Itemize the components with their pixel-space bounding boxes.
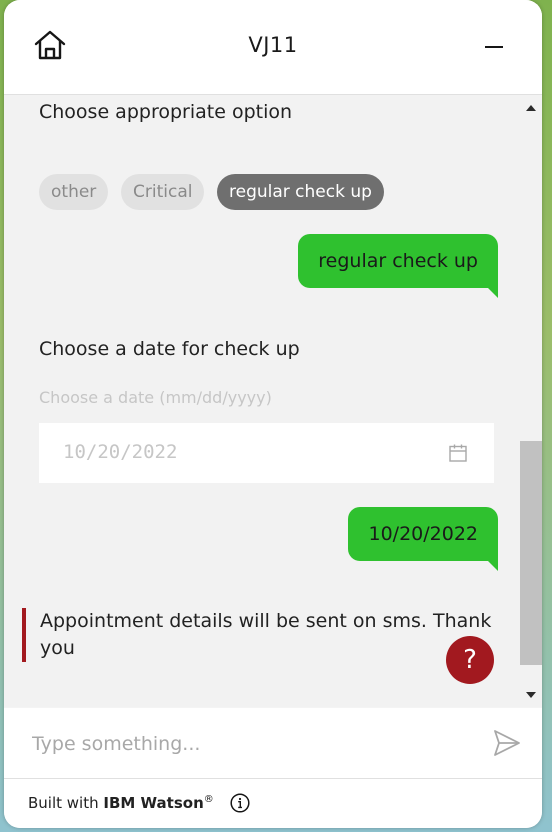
scroll-down-arrow-icon[interactable] [526,692,536,698]
scroll-up-arrow-icon[interactable] [526,105,536,111]
built-with-text: Built with IBM Watson® [28,794,214,812]
date-field-label: Choose a date (mm/dd/yyyy) [39,388,272,407]
chat-title: VJ11 [248,33,298,57]
scrollbar-thumb[interactable] [520,441,542,665]
option-chip-critical[interactable]: Critical [121,174,205,210]
date-field-value: 10/20/2022 [63,441,178,463]
chat-widget: VJ11 Choose appropriate option other Cri… [4,0,542,828]
user-message-option: regular check up [298,234,498,298]
brand-name: IBM Watson [103,794,204,812]
calendar-icon[interactable] [448,443,468,463]
send-icon [494,730,520,756]
bot-message-confirmation: Appointment details will be sent on sms.… [22,608,492,662]
option-chip-other[interactable]: other [39,174,109,210]
help-button[interactable]: ? [446,636,494,684]
registered-mark: ® [203,794,214,805]
message-composer [4,708,542,779]
chat-header: VJ11 [4,0,542,95]
bot-message-option-prompt: Choose appropriate option [39,101,293,123]
send-button[interactable] [492,728,522,758]
option-chip-regular-check-up[interactable]: regular check up [217,174,384,210]
info-button[interactable] [230,793,250,813]
info-icon [230,793,250,813]
message-input[interactable] [30,725,474,763]
scrollbar[interactable] [520,95,542,707]
bot-message-date-prompt: Choose a date for check up [39,338,300,360]
user-message-date: 10/20/2022 [348,507,498,571]
chat-footer: Built with IBM Watson® [4,779,542,828]
date-field[interactable]: 10/20/2022 [39,423,494,483]
minimize-icon [485,46,503,48]
minimize-button[interactable] [480,33,508,61]
built-with-prefix: Built with [28,794,104,812]
message-list[interactable]: Choose appropriate option other Critical… [4,95,542,707]
